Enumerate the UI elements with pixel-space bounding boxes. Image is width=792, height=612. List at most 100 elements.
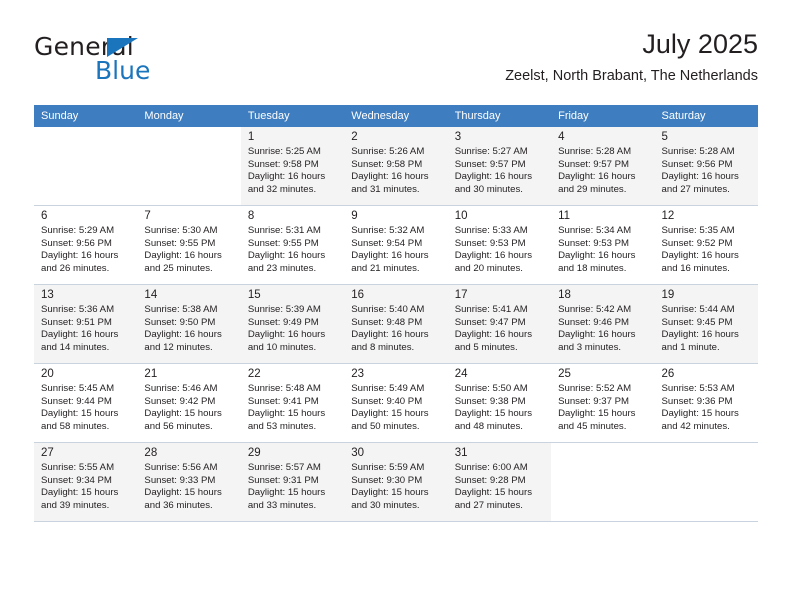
day-cell-content[interactable]: 25 Sunrise: 5:52 AM Sunset: 9:37 PM Dayligh…: [551, 364, 654, 439]
day-number: 4: [558, 131, 565, 143]
calendar-day-cell: 23 Sunrise: 5:49 AM Sunset: 9:40 PM Dayligh…: [344, 363, 448, 443]
daylight-text: Daylight: 15 hours and 39 minutes.: [41, 487, 119, 511]
day-number: 11: [558, 210, 571, 222]
calendar-day-cell: 16 Sunrise: 5:40 AM Sunset: 9:48 PM Dayligh…: [344, 284, 448, 364]
day-cell-content[interactable]: 11 Sunrise: 5:34 AM Sunset: 9:53 PM Dayligh…: [551, 206, 654, 281]
day-cell-content[interactable]: 6 Sunrise: 5:29 AM Sunset: 9:56 PM Daylight…: [34, 206, 137, 281]
weekday-header-tuesday: Tuesday: [240, 105, 345, 127]
day-number: 24: [454, 368, 468, 380]
calendar-day-cell: 9 Sunrise: 5:32 AM Sunset: 9:54 PM Daylight…: [344, 205, 448, 285]
sunrise-text: Sunrise: 5:53 AM: [661, 383, 735, 394]
sunset-text: Sunset: 9:55 PM: [247, 237, 319, 249]
day-cell-content[interactable]: 7 Sunrise: 5:30 AM Sunset: 9:55 PM Daylight…: [137, 206, 240, 281]
day-cell-content[interactable]: 23 Sunrise: 5:49 AM Sunset: 9:40 PM Dayligh…: [344, 364, 447, 439]
day-cell-content[interactable]: 5 Sunrise: 5:28 AM Sunset: 9:56 PM Daylight…: [655, 127, 758, 202]
day-cell-content[interactable]: 2 Sunrise: 5:26 AM Sunset: 9:58 PM Daylight…: [344, 127, 447, 202]
day-number: 25: [558, 368, 571, 380]
daylight-text: Daylight: 15 hours and 27 minutes.: [454, 487, 533, 511]
sunrise-text: Sunrise: 5:50 AM: [454, 383, 528, 394]
daylight-text: Daylight: 15 hours and 53 minutes.: [247, 408, 326, 432]
daylight-text: Daylight: 15 hours and 30 minutes.: [351, 487, 429, 511]
day-number: 18: [558, 289, 571, 301]
sunset-text: Sunset: 9:47 PM: [454, 316, 526, 328]
day-cell-content[interactable]: 20 Sunrise: 5:45 AM Sunset: 9:44 PM Dayligh…: [34, 364, 137, 439]
day-cell-content[interactable]: 10 Sunrise: 5:33 AM Sunset: 9:53 PM Dayligh…: [448, 206, 551, 281]
day-cell-content[interactable]: 14 Sunrise: 5:38 AM Sunset: 9:50 PM Dayligh…: [137, 285, 240, 360]
sunset-text: Sunset: 9:33 PM: [144, 474, 216, 486]
sunset-text: Sunset: 9:58 PM: [247, 158, 319, 170]
day-cell-content[interactable]: 27 Sunrise: 5:55 AM Sunset: 9:34 PM Dayligh…: [34, 443, 137, 518]
day-cell-content[interactable]: 9 Sunrise: 5:32 AM Sunset: 9:54 PM Daylight…: [344, 206, 447, 281]
day-number: 29: [247, 447, 261, 459]
weekday-header-friday: Friday: [551, 105, 655, 127]
day-cell-content[interactable]: 29 Sunrise: 5:57 AM Sunset: 9:31 PM Dayligh…: [241, 443, 344, 518]
day-cell-content[interactable]: 17 Sunrise: 5:41 AM Sunset: 9:47 PM Dayligh…: [448, 285, 551, 360]
day-cell-content[interactable]: 12 Sunrise: 5:35 AM Sunset: 9:52 PM Dayligh…: [655, 206, 758, 281]
sunrise-text: Sunrise: 6:00 AM: [454, 462, 528, 473]
day-number: 10: [454, 210, 468, 222]
sunrise-text: Sunrise: 5:38 AM: [144, 304, 218, 315]
sunset-text: Sunset: 9:53 PM: [454, 237, 526, 249]
day-number: 6: [41, 210, 48, 222]
day-cell-content[interactable]: 19 Sunrise: 5:44 AM Sunset: 9:45 PM Dayligh…: [655, 285, 758, 360]
day-cell-content[interactable]: 16 Sunrise: 5:40 AM Sunset: 9:48 PM Dayligh…: [344, 285, 447, 360]
daylight-text: Daylight: 16 hours and 20 minutes.: [454, 250, 533, 274]
sunset-text: Sunset: 9:44 PM: [41, 395, 112, 407]
sunset-text: Sunset: 9:38 PM: [454, 395, 526, 407]
sunrise-text: Sunrise: 5:30 AM: [144, 225, 218, 236]
day-cell-content[interactable]: 28 Sunrise: 5:56 AM Sunset: 9:33 PM Dayligh…: [137, 443, 240, 518]
calendar-week-row: 6 Sunrise: 5:29 AM Sunset: 9:56 PM Daylight…: [34, 205, 758, 285]
daylight-text: Daylight: 16 hours and 16 minutes.: [661, 250, 739, 274]
day-cell-content[interactable]: 30 Sunrise: 5:59 AM Sunset: 9:30 PM Dayligh…: [344, 443, 447, 518]
weekday-header-monday: Monday: [137, 105, 241, 127]
day-cell-content[interactable]: 4 Sunrise: 5:28 AM Sunset: 9:57 PM Daylight…: [551, 127, 654, 202]
calendar-day-cell: 10 Sunrise: 5:33 AM Sunset: 9:53 PM Dayligh…: [447, 205, 552, 285]
calendar-day-cell: 6 Sunrise: 5:29 AM Sunset: 9:56 PM Daylight…: [34, 205, 138, 285]
daylight-text: Daylight: 15 hours and 58 minutes.: [41, 408, 119, 432]
day-cell-content[interactable]: 3 Sunrise: 5:27 AM Sunset: 9:57 PM Daylight…: [448, 127, 551, 202]
day-number: 5: [661, 131, 668, 143]
calendar-day-cell: 4 Sunrise: 5:28 AM Sunset: 9:57 PM Daylight…: [551, 127, 655, 206]
sunset-text: Sunset: 9:45 PM: [661, 316, 733, 328]
day-number: 20: [41, 368, 54, 380]
sunrise-text: Sunrise: 5:46 AM: [144, 383, 218, 394]
daylight-text: Daylight: 16 hours and 23 minutes.: [247, 250, 326, 274]
sunrise-text: Sunrise: 5:32 AM: [351, 225, 425, 236]
day-number: 8: [247, 210, 255, 222]
calendar-week-row: 13 Sunrise: 5:36 AM Sunset: 9:51 PM Dayligh…: [34, 284, 758, 364]
calendar-day-cell: 26 Sunrise: 5:53 AM Sunset: 9:36 PM Dayligh…: [654, 363, 758, 443]
daylight-text: Daylight: 16 hours and 21 minutes.: [351, 250, 429, 274]
sunrise-text: Sunrise: 5:35 AM: [661, 225, 735, 236]
sunrise-text: Sunrise: 5:26 AM: [351, 146, 425, 157]
day-cell-content[interactable]: 15 Sunrise: 5:39 AM Sunset: 9:49 PM Dayligh…: [241, 285, 344, 360]
day-cell-content[interactable]: 13 Sunrise: 5:36 AM Sunset: 9:51 PM Dayligh…: [34, 285, 137, 360]
sunset-text: Sunset: 9:54 PM: [351, 237, 423, 249]
sunrise-text: Sunrise: 5:25 AM: [247, 146, 321, 157]
daylight-text: Daylight: 16 hours and 10 minutes.: [247, 329, 326, 353]
day-cell-content[interactable]: 18 Sunrise: 5:42 AM Sunset: 9:46 PM Dayligh…: [551, 285, 654, 360]
sunset-text: Sunset: 9:52 PM: [661, 237, 733, 249]
daylight-text: Daylight: 16 hours and 18 minutes.: [558, 250, 636, 274]
day-number: 1: [247, 131, 255, 143]
day-cell-content[interactable]: 26 Sunrise: 5:53 AM Sunset: 9:36 PM Dayligh…: [655, 364, 758, 439]
weekday-header-wednesday: Wednesday: [344, 105, 448, 127]
weekday-header-row: Sunday Monday Tuesday Wednesday Thursday…: [34, 105, 758, 127]
sunset-text: Sunset: 9:53 PM: [558, 237, 630, 249]
day-cell-content[interactable]: 24 Sunrise: 5:50 AM Sunset: 9:38 PM Dayligh…: [448, 364, 551, 439]
sunrise-text: Sunrise: 5:42 AM: [558, 304, 632, 315]
day-cell-content[interactable]: 31 Sunrise: 6:00 AM Sunset: 9:28 PM Dayligh…: [448, 443, 551, 518]
day-cell-content[interactable]: 21 Sunrise: 5:46 AM Sunset: 9:42 PM Dayligh…: [137, 364, 240, 439]
day-cell-content[interactable]: 8 Sunrise: 5:31 AM Sunset: 9:55 PM Daylight…: [241, 206, 344, 281]
sunrise-text: Sunrise: 5:39 AM: [247, 304, 321, 315]
day-cell-content[interactable]: 1 Sunrise: 5:25 AM Sunset: 9:58 PM Daylight…: [241, 127, 344, 202]
sunset-text: Sunset: 9:57 PM: [558, 158, 630, 170]
sunrise-text: Sunrise: 5:40 AM: [351, 304, 425, 315]
calendar-page: General Blue July 2025 Zeelst, North Bra…: [0, 0, 792, 612]
day-cell-content[interactable]: 22 Sunrise: 5:48 AM Sunset: 9:41 PM Dayligh…: [241, 364, 344, 439]
day-number: 21: [144, 368, 158, 380]
day-number: 28: [144, 447, 158, 459]
calendar-day-cell: 14 Sunrise: 5:38 AM Sunset: 9:50 PM Dayligh…: [137, 284, 241, 364]
sunset-text: Sunset: 9:40 PM: [351, 395, 423, 407]
day-number: 23: [351, 368, 365, 380]
calendar-day-cell: 8 Sunrise: 5:31 AM Sunset: 9:55 PM Daylight…: [240, 205, 345, 285]
